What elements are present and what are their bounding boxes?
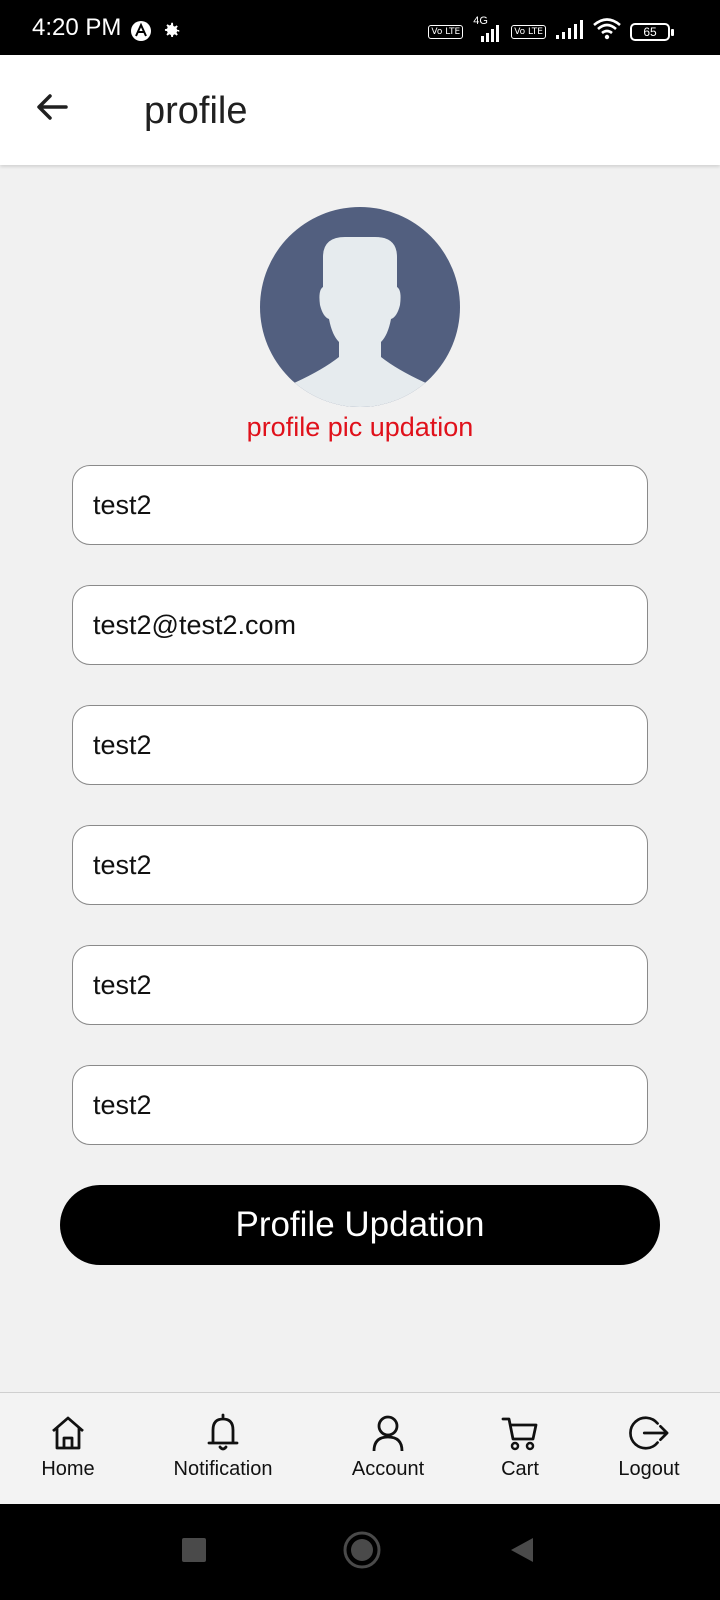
logout-icon bbox=[629, 1413, 669, 1453]
nav-item-home[interactable]: Home bbox=[36, 1413, 100, 1481]
user-icon bbox=[368, 1413, 408, 1453]
status-bar: 4:20 PM Vo LTE 4G Vo LTE 65 bbox=[0, 0, 720, 55]
bottom-nav: Home Notification Account Cart Logout bbox=[0, 1392, 720, 1505]
text-field-4[interactable] bbox=[72, 825, 648, 905]
system-nav-bar bbox=[0, 1504, 720, 1600]
app-header: profile bbox=[0, 55, 720, 165]
battery-icon: 65 bbox=[630, 22, 674, 41]
cart-icon bbox=[500, 1413, 540, 1453]
nav-item-logout[interactable]: Logout bbox=[614, 1413, 684, 1481]
signal-4g-icon: 4G bbox=[471, 15, 503, 43]
nav-label-logout: Logout bbox=[618, 1458, 680, 1480]
bell-icon bbox=[203, 1413, 243, 1453]
back-system-button[interactable] bbox=[498, 1504, 546, 1600]
nav-item-cart[interactable]: Cart bbox=[496, 1413, 544, 1481]
circle-icon bbox=[342, 1530, 382, 1575]
home-system-button[interactable] bbox=[338, 1504, 386, 1600]
status-left-icons bbox=[130, 20, 182, 47]
settings-gear-icon bbox=[160, 20, 182, 47]
status-time: 4:20 PM bbox=[32, 14, 122, 41]
avatar-caption[interactable]: profile pic updation bbox=[0, 410, 720, 444]
text-field-5[interactable] bbox=[72, 945, 648, 1025]
page-title: profile bbox=[144, 90, 248, 132]
nav-label-account: Account bbox=[351, 1458, 425, 1480]
nav-label-notification: Notification bbox=[173, 1458, 273, 1480]
nav-label-cart: Cart bbox=[501, 1458, 539, 1480]
recents-button[interactable] bbox=[170, 1504, 218, 1600]
volte-badge: Vo LTE bbox=[428, 24, 464, 39]
status-right-icons: Vo LTE 4G Vo LTE 65 bbox=[428, 15, 674, 46]
wifi-icon bbox=[592, 17, 622, 46]
profile-update-button[interactable]: Profile Updation bbox=[60, 1185, 660, 1265]
battery-level: 65 bbox=[643, 24, 657, 39]
text-field-6[interactable] bbox=[72, 1065, 648, 1145]
signal-icon bbox=[554, 18, 584, 45]
nav-label-home: Home bbox=[41, 1458, 95, 1480]
home-icon bbox=[48, 1413, 88, 1453]
app-notification-icon bbox=[130, 20, 152, 47]
square-icon bbox=[181, 1537, 207, 1568]
text-field-3[interactable] bbox=[72, 705, 648, 785]
name-field[interactable] bbox=[72, 465, 648, 545]
avatar[interactable] bbox=[260, 207, 460, 407]
triangle-back-icon bbox=[508, 1536, 536, 1569]
arrow-left-icon bbox=[32, 87, 72, 132]
email-field[interactable] bbox=[72, 585, 648, 665]
nav-item-notification[interactable]: Notification bbox=[168, 1413, 278, 1481]
volte-badge-2: Vo LTE bbox=[511, 24, 546, 39]
nav-item-account[interactable]: Account bbox=[348, 1413, 428, 1481]
back-button[interactable] bbox=[24, 81, 80, 137]
